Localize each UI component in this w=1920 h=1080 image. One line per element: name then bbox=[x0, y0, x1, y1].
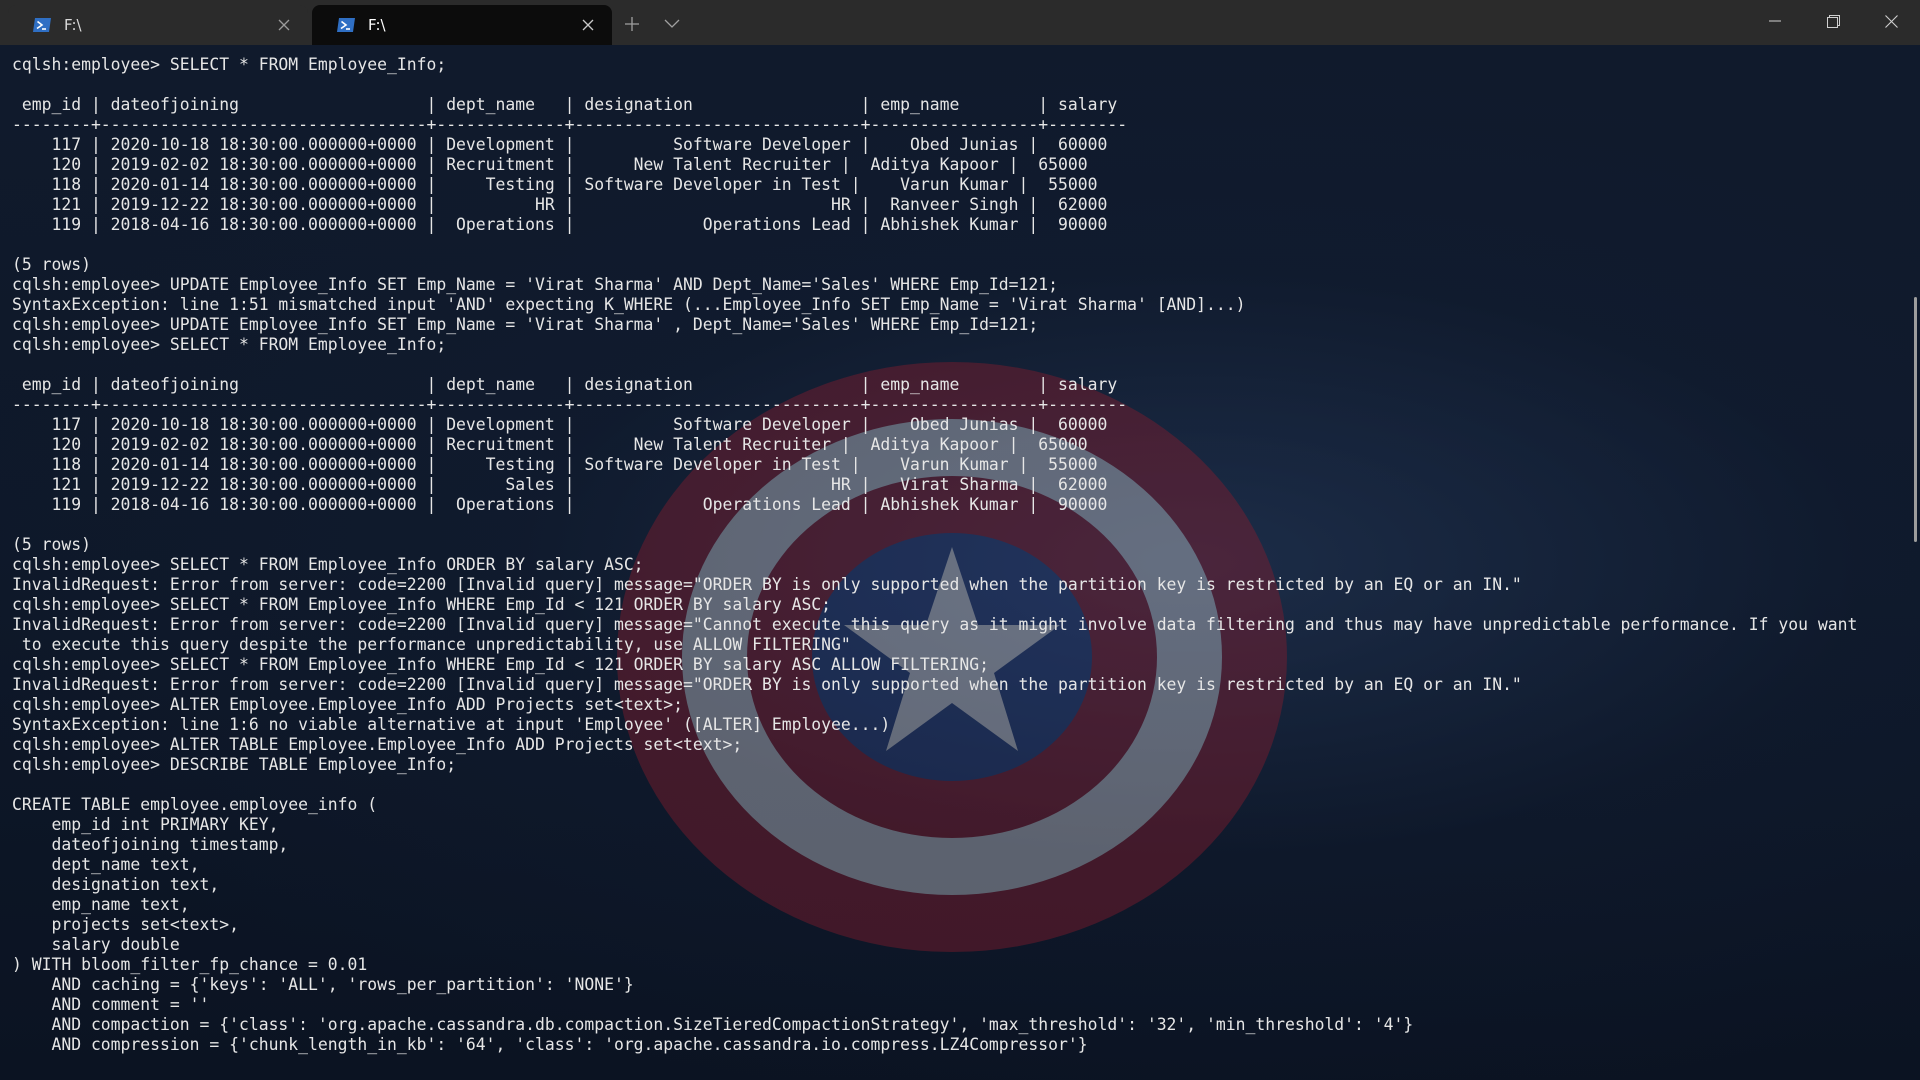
new-tab-button[interactable] bbox=[618, 7, 646, 41]
terminal-pane[interactable]: cqlsh:employee> SELECT * FROM Employee_I… bbox=[0, 45, 1920, 1080]
close-window-button[interactable] bbox=[1862, 0, 1920, 42]
terminal-line: InvalidRequest: Error from server: code=… bbox=[12, 675, 1522, 694]
terminal-line: AND compaction = {'class': 'org.apache.c… bbox=[12, 1015, 1414, 1034]
terminal-line: cqlsh:employee> SELECT * FROM Employee_I… bbox=[12, 335, 447, 354]
close-icon[interactable] bbox=[576, 13, 600, 37]
terminal-line: CREATE TABLE employee.employee_info ( bbox=[12, 795, 378, 814]
terminal-line: InvalidRequest: Error from server: code=… bbox=[12, 575, 1522, 594]
restore-button[interactable] bbox=[1804, 0, 1862, 42]
terminal-line: cqlsh:employee> UPDATE Employee_Info SET… bbox=[12, 275, 1059, 294]
tab-1[interactable]: F:\ bbox=[8, 5, 308, 45]
terminal-line: cqlsh:employee> ALTER TABLE Employee.Emp… bbox=[12, 735, 743, 754]
terminal-line: dept_name text, bbox=[12, 855, 200, 874]
terminal-line: 118 | 2020-01-14 18:30:00.000000+0000 | … bbox=[12, 175, 1098, 194]
plus-icon bbox=[625, 17, 639, 31]
terminal-line: --------+-------------------------------… bbox=[12, 115, 1128, 134]
terminal-line: AND comment = '' bbox=[12, 995, 210, 1014]
terminal-line: ) WITH bloom_filter_fp_chance = 0.01 bbox=[12, 955, 368, 974]
terminal-line: cqlsh:employee> SELECT * FROM Employee_I… bbox=[12, 595, 832, 614]
terminal-line: emp_name text, bbox=[12, 895, 190, 914]
terminal-line: to execute this query despite the perfor… bbox=[12, 635, 851, 654]
terminal-window: F:\ F:\ cqlsh:employee> SELECT * FROM Em… bbox=[0, 0, 1920, 1080]
terminal-line: SyntaxException: line 1:6 no viable alte… bbox=[12, 715, 891, 734]
terminal-line: dateofjoining timestamp, bbox=[12, 835, 289, 854]
tab-title: F:\ bbox=[368, 16, 386, 34]
terminal-line: salary double bbox=[12, 935, 180, 954]
tab-2[interactable]: F:\ bbox=[312, 5, 612, 45]
terminal-line: cqlsh:employee> SELECT * FROM Employee_I… bbox=[12, 555, 644, 574]
terminal-line: (5 rows) bbox=[12, 535, 91, 554]
terminal-line: SyntaxException: line 1:51 mismatched in… bbox=[12, 295, 1246, 314]
chevron-down-icon bbox=[664, 19, 680, 28]
terminal-line: cqlsh:employee> UPDATE Employee_Info SET… bbox=[12, 315, 1039, 334]
terminal-line: 120 | 2019-02-02 18:30:00.000000+0000 | … bbox=[12, 155, 1088, 174]
scrollbar[interactable] bbox=[1908, 45, 1920, 1080]
scrollbar-thumb[interactable] bbox=[1914, 297, 1917, 542]
terminal-line: InvalidRequest: Error from server: code=… bbox=[12, 615, 1858, 634]
terminal-line: emp_id | dateofjoining | dept_name | des… bbox=[12, 95, 1118, 114]
terminal-line: cqlsh:employee> DESCRIBE TABLE Employee_… bbox=[12, 755, 457, 774]
powershell-icon bbox=[33, 18, 51, 32]
terminal-line: AND caching = {'keys': 'ALL', 'rows_per_… bbox=[12, 975, 634, 994]
tab-dropdown-button[interactable] bbox=[658, 7, 686, 41]
terminal-line: --------+-------------------------------… bbox=[12, 395, 1128, 414]
terminal-line: 119 | 2018-04-16 18:30:00.000000+0000 | … bbox=[12, 215, 1108, 234]
minimize-icon bbox=[1769, 20, 1781, 22]
terminal-line: cqlsh:employee> ALTER Employee.Employee_… bbox=[12, 695, 684, 714]
terminal-line: 117 | 2020-10-18 18:30:00.000000+0000 | … bbox=[12, 135, 1108, 154]
terminal-line: 121 | 2019-12-22 18:30:00.000000+0000 | … bbox=[12, 195, 1108, 214]
tab-title: F:\ bbox=[64, 16, 82, 34]
terminal-line: AND compression = {'chunk_length_in_kb':… bbox=[12, 1035, 1088, 1054]
terminal-line: 117 | 2020-10-18 18:30:00.000000+0000 | … bbox=[12, 415, 1108, 434]
terminal-line: 121 | 2019-12-22 18:30:00.000000+0000 | … bbox=[12, 475, 1108, 494]
title-bar: F:\ F:\ bbox=[0, 0, 1920, 45]
terminal-line: 120 | 2019-02-02 18:30:00.000000+0000 | … bbox=[12, 435, 1088, 454]
terminal-line: projects set<text>, bbox=[12, 915, 239, 934]
minimize-button[interactable] bbox=[1746, 0, 1804, 42]
restore-icon bbox=[1826, 14, 1840, 28]
terminal-output: cqlsh:employee> SELECT * FROM Employee_I… bbox=[12, 55, 1902, 1055]
terminal-line: (5 rows) bbox=[12, 255, 91, 274]
terminal-line: emp_id | dateofjoining | dept_name | des… bbox=[12, 375, 1118, 394]
terminal-line: designation text, bbox=[12, 875, 220, 894]
terminal-line: 119 | 2018-04-16 18:30:00.000000+0000 | … bbox=[12, 495, 1108, 514]
terminal-line: cqlsh:employee> SELECT * FROM Employee_I… bbox=[12, 655, 989, 674]
terminal-line: cqlsh:employee> SELECT * FROM Employee_I… bbox=[12, 55, 447, 74]
close-icon bbox=[1884, 14, 1898, 28]
close-icon[interactable] bbox=[272, 13, 296, 37]
terminal-line: emp_id int PRIMARY KEY, bbox=[12, 815, 279, 834]
powershell-icon bbox=[337, 18, 355, 32]
terminal-line: 118 | 2020-01-14 18:30:00.000000+0000 | … bbox=[12, 455, 1098, 474]
